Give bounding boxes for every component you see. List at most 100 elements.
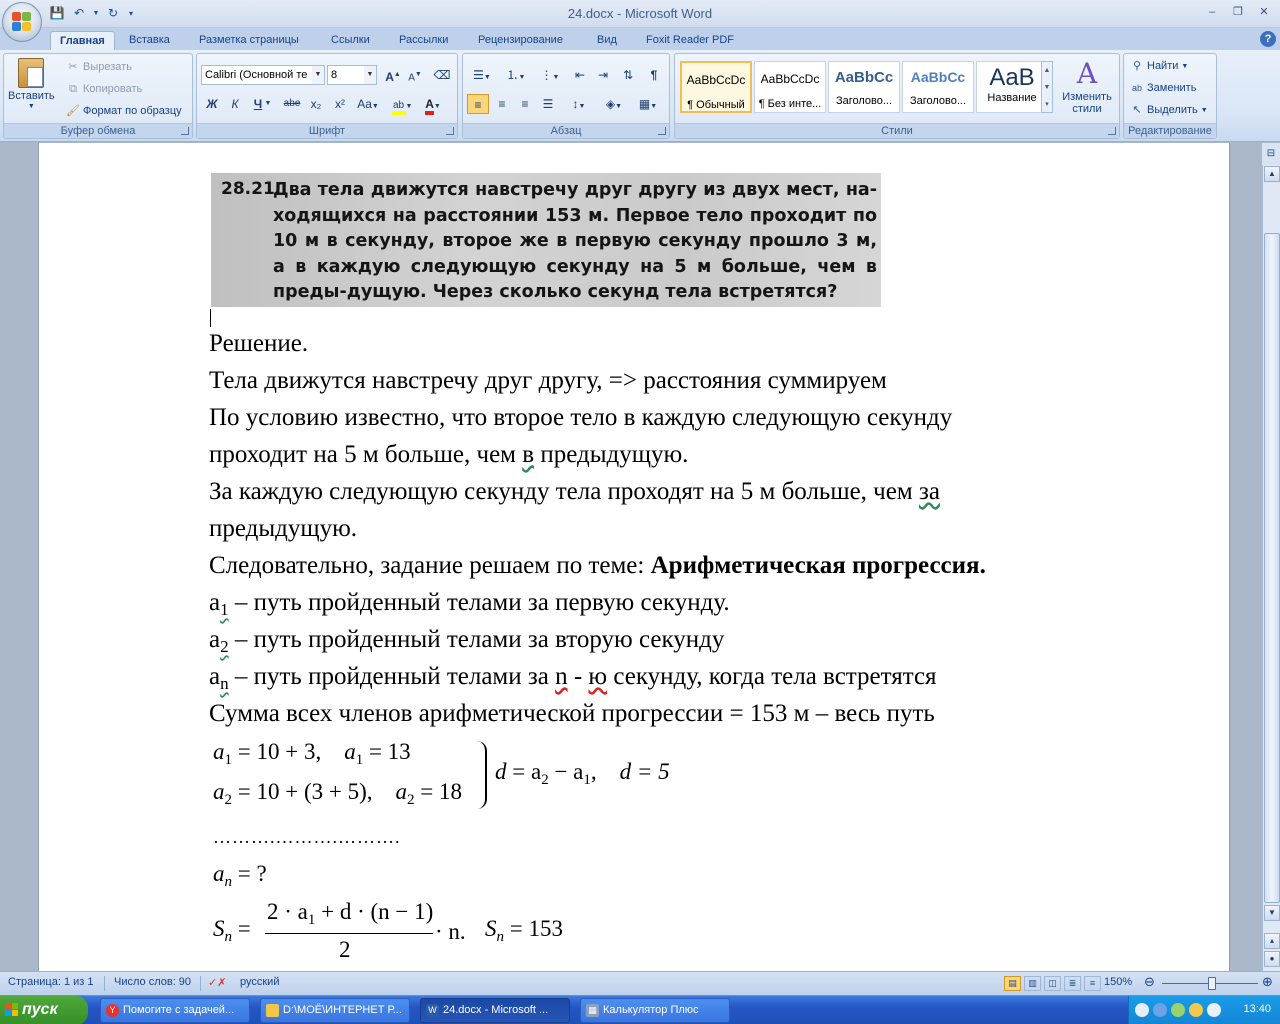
increase-indent-icon[interactable]: ⇥ bbox=[592, 65, 614, 85]
styles-launcher-icon[interactable] bbox=[1108, 127, 1116, 135]
multilevel-list-icon[interactable]: ⋮▼ bbox=[535, 65, 565, 85]
taskbar-item-folder[interactable]: D:\МОЁ\ИНТЕРНЕТ Р... bbox=[260, 998, 410, 1023]
align-center-icon[interactable]: ≡ bbox=[491, 94, 513, 114]
taskbar-item-word[interactable]: W 24.docx - Microsoft ... bbox=[420, 998, 570, 1023]
tray-volume-icon[interactable] bbox=[1207, 1003, 1221, 1017]
tab-home[interactable]: Главная bbox=[50, 31, 115, 50]
zoom-in-icon[interactable]: ⊕ bbox=[1262, 974, 1273, 990]
tray-security-icon[interactable] bbox=[1189, 1003, 1203, 1017]
formula-an[interactable]: an = ? bbox=[213, 861, 267, 891]
bullets-icon[interactable]: ☰▼ bbox=[467, 65, 497, 85]
shrink-font-button[interactable]: A▼ bbox=[404, 65, 426, 85]
formula-d[interactable]: d = a2 − a1, d = 5 bbox=[495, 759, 670, 789]
formula-sn-value[interactable]: Sn = 153 bbox=[485, 916, 563, 946]
ruler-toggle-icon[interactable]: ⊟ bbox=[1262, 143, 1280, 165]
maximize-button[interactable]: ❐ bbox=[1228, 4, 1248, 20]
tab-view[interactable]: Вид bbox=[588, 31, 626, 50]
style-normal[interactable]: AaBbCcDc ¶ Обычный bbox=[680, 61, 752, 113]
subscript-button[interactable]: x₂ bbox=[305, 94, 327, 114]
style-heading-1[interactable]: AaBbCc Заголово... bbox=[828, 61, 900, 113]
scroll-down-icon[interactable]: ▼ bbox=[1264, 905, 1280, 921]
outline-icon[interactable]: ≣ bbox=[1064, 976, 1081, 991]
office-button[interactable] bbox=[2, 2, 42, 42]
tab-references[interactable]: Ссылки bbox=[322, 31, 379, 50]
select-browse-object-icon[interactable]: ● bbox=[1264, 951, 1280, 967]
shading-icon[interactable]: ◈▼ bbox=[599, 94, 629, 114]
zoom-slider-thumb[interactable] bbox=[1208, 977, 1216, 990]
full-screen-reading-icon[interactable]: ▥ bbox=[1024, 976, 1041, 991]
style-title[interactable]: AaB Название bbox=[976, 61, 1048, 113]
justify-icon[interactable]: ☰ bbox=[537, 94, 559, 114]
help-icon[interactable]: ? bbox=[1260, 31, 1276, 47]
align-left-icon[interactable]: ≡ bbox=[467, 94, 489, 114]
replace-button[interactable]: ab Заменить bbox=[1130, 81, 1196, 95]
draft-icon[interactable]: ≡ bbox=[1084, 976, 1101, 991]
superscript-button[interactable]: x² bbox=[329, 94, 351, 114]
show-marks-icon[interactable]: ¶ bbox=[643, 65, 665, 85]
sort-icon[interactable]: ⇅ bbox=[617, 65, 639, 85]
taskbar-item-browser[interactable]: Y Помогите с задачей... bbox=[100, 998, 250, 1023]
vertical-scrollbar[interactable]: ▲ ▼ ▴ ● bbox=[1262, 165, 1280, 971]
find-button[interactable]: ⚲ Найти ▼ bbox=[1130, 59, 1188, 73]
text-line: Решение. bbox=[209, 330, 309, 357]
web-layout-icon[interactable]: ◫ bbox=[1044, 976, 1061, 991]
tray-app-icon[interactable] bbox=[1171, 1003, 1185, 1017]
minimize-button[interactable]: – bbox=[1202, 4, 1222, 20]
style-no-spacing[interactable]: AaBbCcDc ¶ Без инте... bbox=[754, 61, 826, 113]
previous-page-icon[interactable]: ▴ bbox=[1264, 933, 1280, 949]
formula-a1[interactable]: a1 = 10 + 3, a1 = 13 bbox=[213, 739, 411, 769]
select-button[interactable]: ↖ Выделить ▼ bbox=[1130, 103, 1207, 117]
taskbar-item-calculator[interactable]: ▦ Калькулятор Плюс bbox=[580, 998, 730, 1023]
format-painter-button[interactable]: 🖌 Формат по образцу bbox=[66, 104, 182, 118]
align-right-icon[interactable]: ≡ bbox=[514, 94, 536, 114]
zoom-out-icon[interactable]: ⊖ bbox=[1144, 974, 1155, 990]
highlight-button[interactable]: ab▼ bbox=[389, 94, 415, 115]
zoom-level[interactable]: 150% bbox=[1104, 976, 1132, 988]
numbering-icon[interactable]: ⒈▼ bbox=[501, 65, 531, 85]
scroll-thumb[interactable] bbox=[1264, 233, 1280, 903]
spelling-icon[interactable]: ✓✗ bbox=[208, 976, 226, 989]
page-counter[interactable]: Страница: 1 из 1 bbox=[8, 976, 94, 988]
problem-image[interactable]: 28.21. Два тела движутся навстречу друг … bbox=[211, 173, 881, 307]
formula-sn-label[interactable]: Sn = bbox=[213, 916, 251, 946]
tab-mailings[interactable]: Рассылки bbox=[390, 31, 457, 50]
italic-button[interactable]: К bbox=[224, 94, 246, 114]
close-button[interactable]: ✕ bbox=[1254, 4, 1274, 20]
change-styles-button[interactable]: A Изменить стили bbox=[1057, 57, 1117, 115]
decrease-indent-icon[interactable]: ⇤ bbox=[569, 65, 591, 85]
word-count[interactable]: Число слов: 90 bbox=[114, 976, 191, 988]
clock[interactable]: 13:40 bbox=[1243, 1003, 1271, 1015]
document-page[interactable]: 28.21. Два тела движутся навстречу друг … bbox=[38, 143, 1230, 971]
grow-font-button[interactable]: A▲ bbox=[382, 65, 404, 85]
print-layout-icon[interactable]: ▤ bbox=[1004, 976, 1021, 991]
paragraph-launcher-icon[interactable] bbox=[658, 127, 666, 135]
tab-page-layout[interactable]: Разметка страницы bbox=[190, 31, 308, 50]
clear-formatting-icon[interactable]: ⌫ bbox=[431, 65, 453, 85]
font-color-button[interactable]: A▼ bbox=[419, 94, 447, 115]
font-name-combo[interactable]: Calibri (Основной те ▼ bbox=[201, 65, 325, 85]
tray-expand-icon[interactable] bbox=[1135, 1003, 1149, 1017]
line-spacing-icon[interactable]: ↕▼ bbox=[564, 94, 594, 114]
scroll-up-icon[interactable]: ▲ bbox=[1264, 166, 1280, 182]
underline-dropdown-icon[interactable]: ▼ bbox=[263, 94, 273, 114]
paste-button[interactable]: Вставить ▼ bbox=[8, 58, 55, 110]
system-tray: 13:40 bbox=[1128, 996, 1280, 1024]
formula-a2[interactable]: a2 = 10 + (3 + 5), a2 = 18 bbox=[213, 779, 462, 809]
font-size-combo[interactable]: 8 ▼ bbox=[327, 65, 377, 85]
start-button[interactable]: пуск bbox=[0, 996, 88, 1024]
tray-network-icon[interactable] bbox=[1153, 1003, 1167, 1017]
style-heading-2[interactable]: AaBbCc Заголово... bbox=[902, 61, 974, 113]
bold-button[interactable]: Ж bbox=[201, 94, 223, 114]
strikethrough-button[interactable]: abe bbox=[281, 94, 303, 114]
tab-review[interactable]: Рецензирование bbox=[469, 31, 572, 50]
language-indicator[interactable]: русский bbox=[240, 976, 279, 988]
styles-scroll[interactable]: ▲ ▼ ▾ bbox=[1041, 61, 1053, 113]
copy-button[interactable]: ⧉ Копировать bbox=[66, 82, 142, 96]
tab-foxit-pdf[interactable]: Foxit Reader PDF bbox=[637, 31, 743, 50]
borders-icon[interactable]: ▦▼ bbox=[633, 94, 663, 114]
clipboard-launcher-icon[interactable] bbox=[181, 127, 189, 135]
change-case-button[interactable]: Aa▼ bbox=[354, 94, 382, 114]
tab-insert[interactable]: Вставка bbox=[120, 31, 179, 50]
font-launcher-icon[interactable] bbox=[446, 127, 454, 135]
cut-button[interactable]: ✂ Вырезать bbox=[66, 60, 132, 74]
